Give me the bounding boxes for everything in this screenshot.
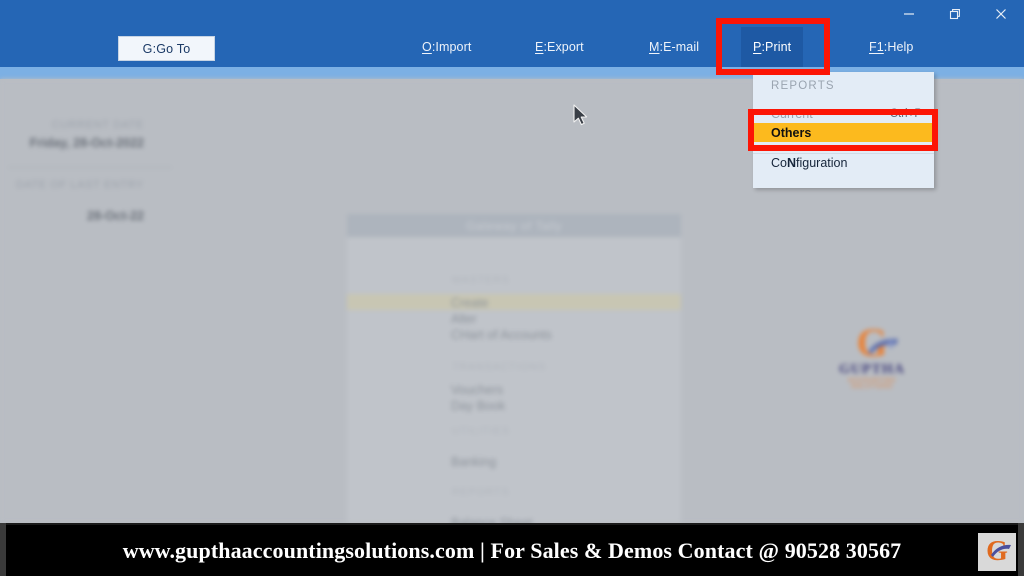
menu-item-help[interactable]: F1: Help (857, 27, 925, 67)
menu-item-import[interactable]: O: Import (410, 27, 483, 67)
left-info-panel: CURRENT DATE Friday, 28-Oct-2022 DATE OF… (0, 79, 228, 523)
menu-item-e-mail[interactable]: M: E-mail (637, 27, 711, 67)
menu-item-export[interactable]: E: Export (523, 27, 596, 67)
menu-item-accelerator: E (535, 40, 544, 54)
guptha-watermark-logo: G GUPTHA ACCOUNTING SOLUTIONS (836, 323, 908, 391)
gateway-of-tally-panel: Gateway of Tally MASTERS Create Alter CHart… (347, 214, 681, 530)
gateway-title: Gateway of Tally (347, 214, 681, 237)
menu-item-label: Export (547, 40, 584, 54)
menu-item-accelerator: F1 (869, 40, 884, 54)
go-to-button[interactable]: G: Go To (118, 36, 215, 61)
menu-item-label: Import (435, 40, 472, 54)
gateway-section-header: UTILITIES (452, 425, 511, 437)
promo-banner: www.gupthaaccountingsolutions.com | For … (0, 523, 1024, 576)
dropdown-item-configuration[interactable]: CoNfiguration (753, 153, 934, 172)
current-date-value: Friday, 28-Oct-2022 (29, 136, 144, 150)
window-controls (886, 0, 1024, 27)
gateway-section-header: REPORTS (452, 486, 510, 498)
gateway-selection-highlight (347, 294, 681, 310)
minimize-icon[interactable] (886, 0, 932, 27)
menu-item-accelerator: P (753, 40, 762, 54)
gateway-menu-item-create[interactable]: Create (451, 296, 489, 310)
menu-item-accelerator: M (649, 40, 660, 54)
guptha-logo-name: GUPTHA (839, 362, 905, 377)
promo-banner-text: www.gupthaaccountingsolutions.com | For … (122, 537, 902, 563)
dropdown-item-shortcut: Ctrl+P (889, 107, 922, 120)
last-entry-label: DATE OF LAST ENTRY (15, 179, 144, 191)
gateway-menu-item-banking[interactable]: Banking (451, 455, 496, 469)
banner-right-edge (1018, 523, 1024, 576)
app-window: G: Go To O: Import E: Export M: E-mail P: P… (0, 0, 1024, 576)
banner-left-edge (0, 523, 6, 576)
title-bar (0, 0, 1024, 27)
promo-banner-logo: G (978, 533, 1016, 571)
gateway-section-header: TRANSACTIONS (452, 361, 547, 373)
dropdown-item-others[interactable]: Others (753, 123, 934, 142)
gateway-menu-item-alter[interactable]: Alter (451, 312, 477, 326)
gateway-menu-item-vouchers[interactable]: Vouchers (451, 383, 503, 397)
menu-item-print[interactable]: P: Print (741, 27, 804, 67)
restore-icon[interactable] (932, 0, 978, 27)
menu-item-label: Print (765, 40, 792, 54)
guptha-logo-swoosh-icon (868, 338, 898, 354)
dropdown-item-label: Current (771, 106, 813, 121)
go-to-label: Go To (156, 41, 191, 56)
last-entry-value: 28-Oct-22 (87, 209, 144, 223)
dropdown-section-header: REPORTS (771, 80, 835, 92)
promo-banner-logo-swoosh-icon (991, 544, 1011, 557)
dropdown-item-label: CoNfiguration (771, 156, 848, 170)
menu-item-label: Help (887, 40, 914, 54)
menu-item-label: E-mail (663, 40, 700, 54)
gateway-section-header: MASTERS (452, 274, 510, 286)
gateway-menu-item-chart-of-accounts[interactable]: CHart of Accounts (451, 328, 552, 342)
dropdown-item-current[interactable]: Current Ctrl+P (753, 104, 934, 123)
go-to-accelerator: G (142, 41, 153, 56)
guptha-logo-subtitle: ACCOUNTING SOLUTIONS (847, 378, 897, 390)
gateway-menu-item-day-book[interactable]: Day Book (451, 399, 505, 413)
mouse-cursor-icon (573, 104, 588, 126)
menu-item-accelerator: O (422, 40, 432, 54)
dropdown-item-label: Others (771, 125, 812, 140)
current-date-label: CURRENT DATE (51, 119, 144, 131)
print-dropdown-menu[interactable]: REPORTS Current Ctrl+P Others CoNfiguration (753, 72, 934, 188)
left-panel-divider (8, 167, 172, 168)
close-icon[interactable] (978, 0, 1024, 27)
